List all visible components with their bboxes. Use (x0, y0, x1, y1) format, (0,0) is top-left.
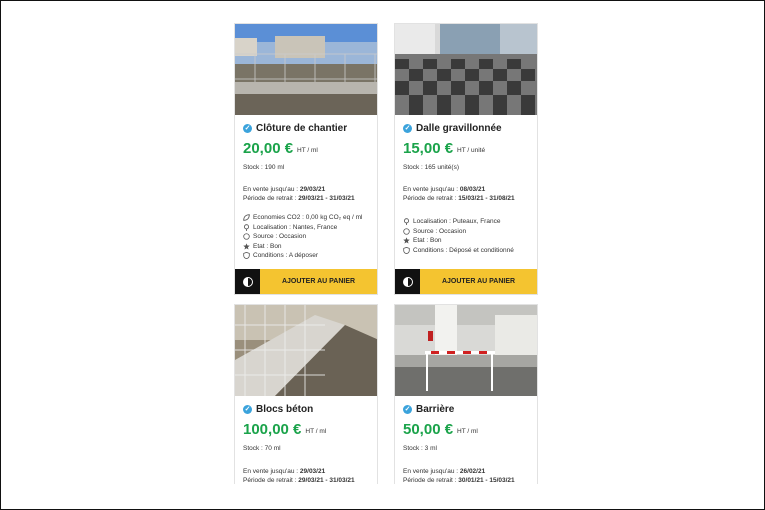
product-card[interactable]: ✓ Clôture de chantier 20,00 € HT / ml St… (234, 23, 378, 295)
pickup-dates: 29/03/21 - 31/03/21 (298, 195, 355, 202)
leaf-icon (243, 214, 250, 221)
product-title[interactable]: ✓ Blocs béton (243, 404, 369, 415)
product-card[interactable]: ✓ Barrière 50,00 € HT / ml Stock : 3 ml … (394, 304, 538, 484)
contrast-icon (402, 276, 413, 287)
attribute-state: Etat : Bon (403, 236, 529, 246)
product-title[interactable]: ✓ Barrière (403, 404, 529, 415)
shield-icon (403, 246, 410, 254)
verified-badge-icon: ✓ (403, 124, 412, 133)
product-price: 100,00 € HT / ml (243, 422, 369, 437)
sale-dates: En vente jusqu'au : 26/02/21 Période de … (403, 467, 529, 484)
verified-badge-icon: ✓ (243, 124, 252, 133)
product-title-text: Dalle gravillonnée (416, 123, 502, 134)
product-title[interactable]: ✓ Clôture de chantier (243, 123, 369, 134)
add-to-cart-button[interactable]: AJOUTER AU PANIER (420, 269, 537, 294)
stock-text: Stock : 165 unité(s) (403, 164, 459, 171)
product-card[interactable]: ✓ Dalle gravillonnée 15,00 € HT / unité … (394, 23, 538, 295)
verified-badge-icon: ✓ (243, 405, 252, 414)
price-amount: 15,00 € (403, 140, 454, 157)
product-photo[interactable] (395, 24, 537, 115)
sale-label: En vente jusqu'au : (243, 186, 300, 193)
price-amount: 100,00 € (243, 421, 302, 438)
pickup-dates: 30/01/21 - 15/03/21 (458, 477, 515, 484)
pickup-label: Période de retrait : (403, 477, 459, 484)
price-amount: 50,00 € (403, 421, 454, 438)
sale-dates: En vente jusqu'au : 29/03/21 Période de … (243, 467, 369, 484)
location-pin-icon (403, 218, 410, 226)
contrast-toggle-button[interactable] (395, 269, 420, 294)
sale-label: En vente jusqu'au : (403, 186, 460, 193)
source-circle-icon (403, 228, 410, 235)
sale-date: 08/03/21 (459, 186, 486, 193)
location-pin-icon (243, 224, 250, 231)
sale-date: 26/02/21 (459, 468, 486, 475)
product-price: 20,00 € HT / ml (243, 141, 369, 156)
product-title[interactable]: ✓ Dalle gravillonnée (403, 123, 529, 134)
product-price: 50,00 € HT / ml (403, 422, 529, 437)
pickup-dates: 15/03/21 - 31/08/21 (458, 195, 515, 202)
pickup-label: Période de retrait : (243, 195, 299, 202)
pickup-dates: 29/03/21 - 31/03/21 (298, 477, 355, 484)
product-title-text: Barrière (416, 404, 455, 415)
product-photo[interactable] (395, 305, 537, 396)
product-card[interactable]: ✓ Blocs béton 100,00 € HT / ml Stock : 7… (234, 304, 378, 484)
attribute-location: Localisation : Puteaux, France (403, 217, 529, 227)
sale-dates: En vente jusqu'au : 08/03/21 Période de … (403, 185, 529, 203)
contrast-toggle-button[interactable] (235, 269, 260, 294)
pickup-label: Période de retrait : (243, 477, 299, 484)
price-unit: HT / ml (297, 147, 318, 154)
attribute-conditions: Conditions : Déposé et conditionné (403, 246, 529, 256)
price-unit: HT / unité (457, 147, 486, 154)
contrast-icon (242, 276, 253, 287)
price-unit: HT / ml (457, 428, 478, 435)
product-photo[interactable] (235, 24, 377, 115)
stock-text: Stock : 3 ml (403, 445, 437, 452)
attribute-state: Etat : Bon (243, 242, 369, 252)
attribute-co2: Economies CO2 : 0,00 kg CO₂ eq / ml (243, 213, 369, 223)
product-photo[interactable] (235, 305, 377, 396)
attribute-source: Source : Occasion (403, 227, 529, 237)
sale-label: En vente jusqu'au : (243, 468, 300, 475)
verified-badge-icon: ✓ (403, 405, 412, 414)
card-actions: AJOUTER AU PANIER (395, 269, 537, 294)
add-to-cart-button[interactable]: AJOUTER AU PANIER (260, 269, 377, 294)
card-actions: AJOUTER AU PANIER (235, 269, 377, 294)
attribute-conditions: Conditions : A déposer (243, 251, 369, 261)
product-price: 15,00 € HT / unité (403, 141, 529, 156)
price-amount: 20,00 € (243, 140, 294, 157)
sale-label: En vente jusqu'au : (403, 468, 460, 475)
stock-text: Stock : 190 ml (243, 164, 285, 171)
sale-date: 29/03/21 (299, 468, 326, 475)
stock-text: Stock : 70 ml (243, 445, 281, 452)
sale-date: 29/03/21 (299, 186, 326, 193)
attribute-location: Localisation : Nantes, France (243, 223, 369, 233)
sale-dates: En vente jusqu'au : 29/03/21 Période de … (243, 185, 369, 203)
shield-icon (243, 252, 250, 260)
attributes-list: Economies CO2 : 0,00 kg CO₂ eq / ml Loca… (243, 213, 369, 261)
product-title-text: Blocs béton (256, 404, 314, 415)
attributes-list: Localisation : Puteaux, France Source : … (403, 217, 529, 255)
pickup-label: Période de retrait : (403, 195, 459, 202)
star-icon (403, 237, 410, 244)
source-circle-icon (243, 233, 250, 240)
attribute-source: Source : Occasion (243, 232, 369, 242)
star-icon (243, 243, 250, 250)
price-unit: HT / ml (305, 428, 327, 435)
product-title-text: Clôture de chantier (256, 123, 348, 134)
screenshot-frame (0, 0, 765, 510)
